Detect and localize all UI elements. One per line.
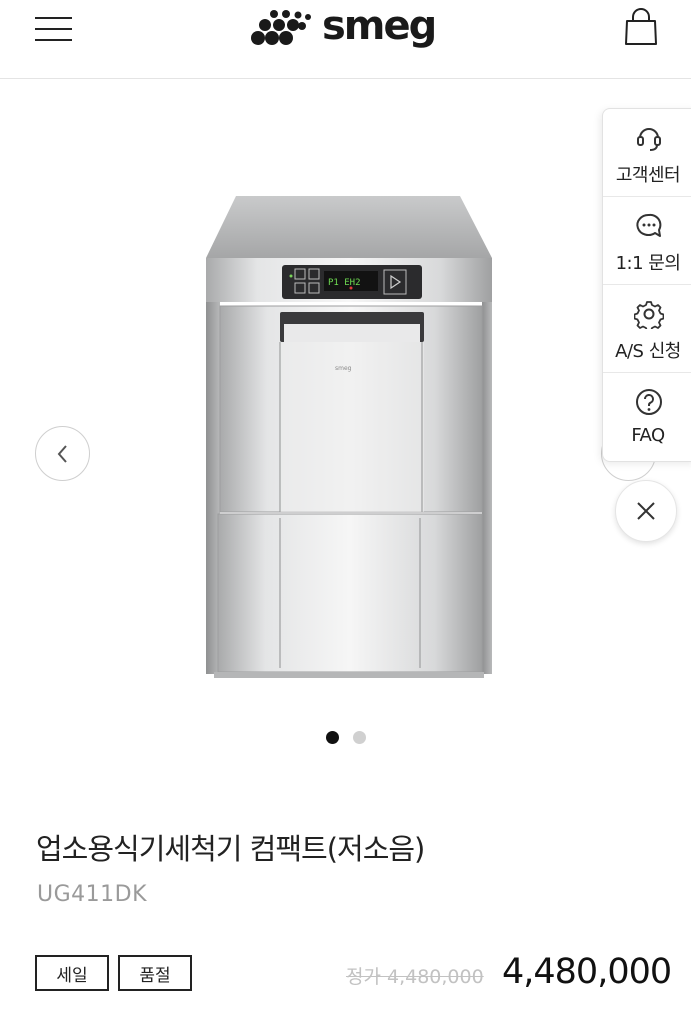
one-to-one-inquiry-button[interactable]: 1:1 문의 <box>603 197 691 285</box>
customer-center-button[interactable]: 고객센터 <box>603 109 691 197</box>
one-to-one-inquiry-label: 1:1 문의 <box>615 253 681 274</box>
previous-slide-button[interactable] <box>35 426 90 481</box>
sale-badge: 세일 <box>35 955 109 991</box>
chevron-left-icon <box>57 444 67 463</box>
site-header: smeg <box>0 0 691 79</box>
hamburger-menu-icon[interactable] <box>35 16 73 42</box>
faq-button[interactable]: FAQ <box>603 373 691 461</box>
shopping-bag-icon[interactable] <box>623 8 659 46</box>
svg-text:P1 EH2: P1 EH2 <box>328 278 361 288</box>
product-model-number: UG411DK <box>37 882 148 907</box>
chat-bubble-icon <box>636 213 662 237</box>
logo-text: smeg <box>322 3 437 49</box>
customer-center-label: 고객센터 <box>615 165 681 186</box>
quick-service-panel: 고객센터 1:1 문의 A/S 신청 FAQ <box>602 108 691 462</box>
product-brand-mark: smeg <box>335 365 352 372</box>
close-icon <box>637 502 655 520</box>
product-image: P1 EH2 smeg <box>206 196 492 678</box>
slide-dot-2[interactable] <box>352 731 366 744</box>
slide-dot-1[interactable] <box>325 731 339 744</box>
logo-dots-icon <box>251 10 311 45</box>
close-panel-button[interactable] <box>615 480 677 542</box>
product-title: 업소용식기세척기 컴팩트(저소음) <box>36 832 425 866</box>
product-gallery: P1 EH2 smeg <box>0 80 691 770</box>
faq-label: FAQ <box>631 425 665 446</box>
headset-icon <box>637 128 661 151</box>
sold-out-badge: 품절 <box>118 955 192 991</box>
original-price: 정가 4,480,000 <box>346 966 484 988</box>
sale-price: 4,480,000 <box>502 952 672 992</box>
question-circle-icon <box>636 389 662 415</box>
gear-icon <box>634 301 664 329</box>
slide-indicator <box>0 731 691 744</box>
as-request-label: A/S 신청 <box>615 341 681 362</box>
as-request-button[interactable]: A/S 신청 <box>603 285 691 373</box>
smeg-logo[interactable]: smeg <box>250 6 450 50</box>
